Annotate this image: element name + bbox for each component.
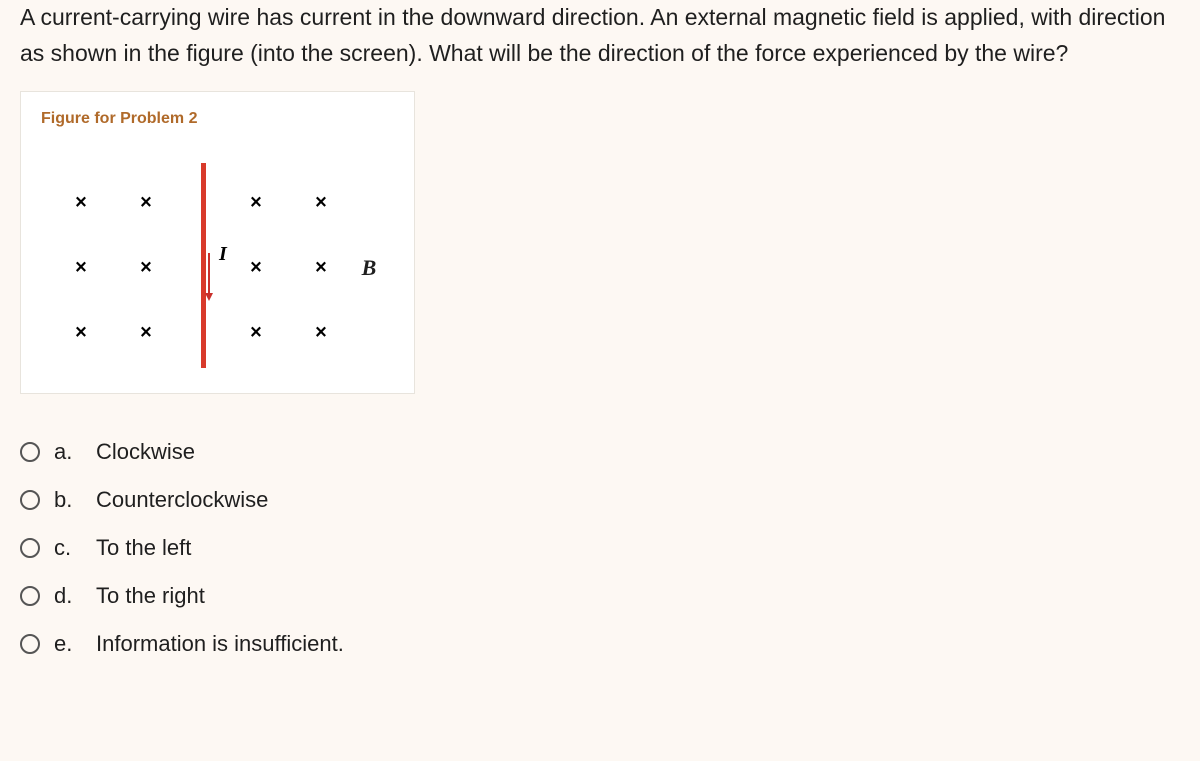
radio-icon[interactable] — [20, 490, 40, 510]
field-cross-icon: × — [315, 322, 327, 345]
field-cross-icon: × — [140, 192, 152, 215]
option-e[interactable]: e. Information is insufficient. — [20, 631, 1180, 657]
option-text: To the left — [96, 535, 191, 561]
current-label: I — [219, 243, 227, 266]
field-label: B — [362, 255, 377, 281]
field-diagram: I × × × × × × × × B × × × × — [41, 163, 371, 368]
question-page: A current-carrying wire has current in t… — [0, 0, 1200, 687]
radio-icon[interactable] — [20, 586, 40, 606]
field-cross-icon: × — [250, 192, 262, 215]
radio-icon[interactable] — [20, 634, 40, 654]
option-text: Counterclockwise — [96, 487, 268, 513]
question-text: A current-carrying wire has current in t… — [20, 0, 1180, 71]
option-b[interactable]: b. Counterclockwise — [20, 487, 1180, 513]
option-letter: d. — [54, 583, 82, 609]
options-list: a. Clockwise b. Counterclockwise c. To t… — [20, 439, 1180, 657]
figure-caption: Figure for Problem 2 — [41, 110, 394, 128]
figure-box: Figure for Problem 2 I × × × × × × × × B… — [20, 91, 415, 394]
field-cross-icon: × — [140, 322, 152, 345]
option-text: To the right — [96, 583, 205, 609]
field-cross-icon: × — [75, 257, 87, 280]
option-text: Clockwise — [96, 439, 195, 465]
field-cross-icon: × — [140, 257, 152, 280]
option-letter: a. — [54, 439, 82, 465]
current-arrow-down-icon — [206, 253, 213, 303]
option-a[interactable]: a. Clockwise — [20, 439, 1180, 465]
field-cross-icon: × — [250, 322, 262, 345]
option-d[interactable]: d. To the right — [20, 583, 1180, 609]
field-cross-icon: × — [75, 192, 87, 215]
option-c[interactable]: c. To the left — [20, 535, 1180, 561]
field-cross-icon: × — [75, 322, 87, 345]
field-cross-icon: × — [315, 192, 327, 215]
radio-icon[interactable] — [20, 538, 40, 558]
field-cross-icon: × — [250, 257, 262, 280]
radio-icon[interactable] — [20, 442, 40, 462]
field-cross-icon: × — [315, 257, 327, 280]
option-letter: e. — [54, 631, 82, 657]
option-text: Information is insufficient. — [96, 631, 344, 657]
option-letter: c. — [54, 535, 82, 561]
option-letter: b. — [54, 487, 82, 513]
